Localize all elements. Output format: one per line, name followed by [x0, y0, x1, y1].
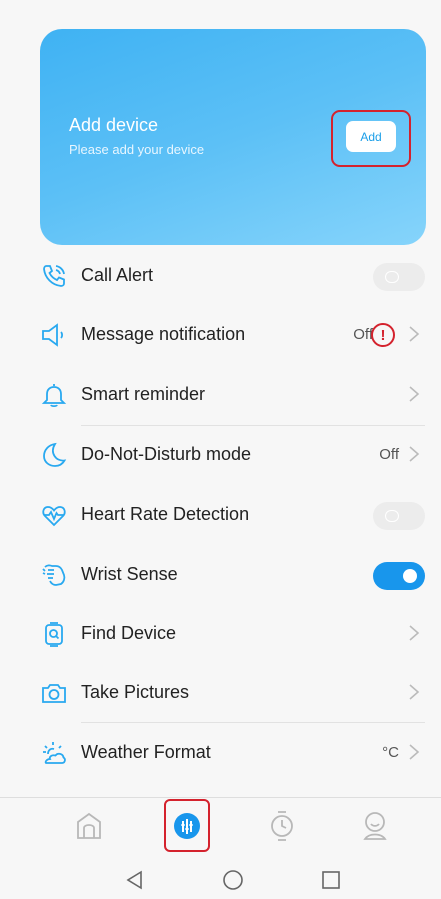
highlight-box: [331, 110, 411, 167]
heart-rate-toggle[interactable]: [373, 502, 425, 530]
system-nav-bar: [0, 857, 441, 899]
chevron-right-icon: [409, 744, 420, 760]
setting-find-device[interactable]: Find Device: [0, 608, 441, 660]
alert-icon: !: [371, 323, 395, 347]
setting-label: Take Pictures: [81, 682, 190, 702]
chevron-right-icon: [409, 684, 420, 700]
home-icon[interactable]: [73, 808, 105, 844]
setting-value: Off: [379, 446, 399, 463]
chevron-right-icon: [409, 625, 420, 641]
camera-icon: [42, 684, 66, 703]
watch-icon[interactable]: [266, 808, 298, 844]
setting-label: Find Device: [81, 623, 177, 643]
setting-label: Call Alert: [81, 265, 154, 285]
setting-weather-format[interactable]: Weather Format °C: [0, 727, 441, 779]
setting-message-notification[interactable]: Message notification Off !: [0, 309, 441, 361]
setting-do-not-disturb[interactable]: Do-Not-Disturb mode Off: [0, 429, 441, 481]
card-title: Add device: [69, 115, 159, 135]
setting-label: Message notification: [81, 324, 246, 344]
highlight-box: [164, 799, 210, 852]
home-circle-icon[interactable]: [222, 869, 244, 891]
setting-heart-rate[interactable]: Heart Rate Detection: [0, 489, 441, 541]
recents-icon[interactable]: [320, 869, 342, 891]
moon-icon: [43, 442, 67, 467]
setting-value: °C: [382, 744, 399, 761]
setting-label: Smart reminder: [81, 384, 206, 404]
wrist-icon: [42, 564, 66, 586]
setting-label: Wrist Sense: [81, 564, 178, 584]
weather-icon: [43, 742, 66, 764]
find-device-icon: [45, 622, 63, 647]
heart-pulse-icon: [42, 506, 66, 527]
call-alert-toggle[interactable]: [373, 263, 425, 291]
wrist-sense-toggle[interactable]: [373, 562, 425, 590]
setting-label: Weather Format: [81, 742, 211, 762]
chevron-right-icon: [409, 326, 420, 342]
card-subtitle: Please add your device: [69, 142, 205, 157]
setting-take-pictures[interactable]: Take Pictures: [0, 667, 441, 719]
speaker-icon: [42, 323, 64, 347]
bell-icon: [41, 384, 67, 408]
phone-ring-icon: [43, 265, 65, 287]
divider: [81, 722, 425, 723]
back-icon[interactable]: [124, 869, 144, 891]
setting-wrist-sense[interactable]: Wrist Sense: [0, 549, 441, 601]
setting-smart-reminder[interactable]: Smart reminder: [0, 369, 441, 421]
chevron-right-icon: [409, 386, 420, 402]
setting-label: Heart Rate Detection: [81, 504, 250, 524]
profile-icon[interactable]: [359, 808, 391, 844]
bottom-tab-bar: [0, 797, 441, 857]
divider: [81, 425, 425, 426]
setting-label: Do-Not-Disturb mode: [81, 444, 252, 464]
setting-call-alert[interactable]: Call Alert: [0, 250, 441, 302]
chevron-right-icon: [409, 446, 420, 462]
